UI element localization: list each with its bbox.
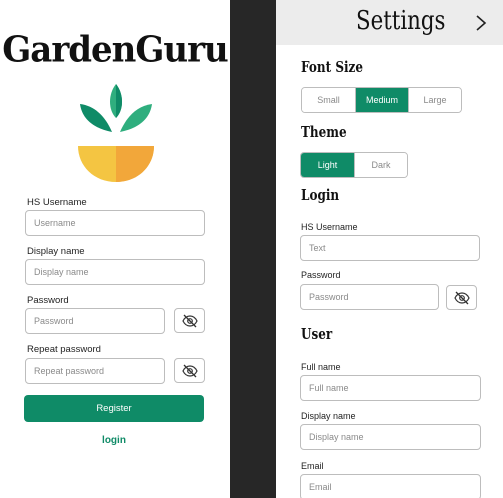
- full-name-placeholder: Full name: [309, 383, 349, 393]
- chevron-right-icon[interactable]: [475, 14, 487, 32]
- login-link[interactable]: login: [0, 435, 228, 446]
- full-name-label: Full name: [301, 362, 341, 372]
- username-input[interactable]: Username: [25, 210, 205, 236]
- font-size-selector: Small Medium Large: [301, 87, 462, 113]
- theme-dark-option[interactable]: Dark: [353, 153, 407, 177]
- email-input[interactable]: Email: [300, 474, 481, 498]
- username-placeholder: Username: [34, 218, 76, 228]
- eye-off-icon: [181, 314, 198, 327]
- settings-password-visibility-toggle[interactable]: [446, 285, 477, 310]
- user-display-name-input[interactable]: Display name: [300, 424, 481, 450]
- theme-heading: Theme: [301, 123, 347, 141]
- register-screen: GardenGuru HS Username Username Display …: [0, 0, 230, 498]
- user-display-name-placeholder: Display name: [309, 432, 364, 442]
- repeat-password-visibility-toggle[interactable]: [174, 358, 205, 383]
- register-button[interactable]: Register: [24, 395, 204, 422]
- user-display-name-label: Display name: [301, 411, 356, 421]
- font-size-medium-option[interactable]: Medium: [355, 88, 408, 112]
- theme-light-option[interactable]: Light: [301, 153, 354, 177]
- repeat-password-label: Repeat password: [27, 344, 101, 355]
- eye-off-icon: [181, 364, 198, 377]
- email-placeholder: Email: [309, 482, 332, 492]
- password-visibility-toggle[interactable]: [174, 308, 205, 333]
- hs-username-label: HS Username: [301, 222, 358, 232]
- display-name-label: Display name: [27, 246, 85, 257]
- plant-pot-icon: [78, 84, 154, 182]
- email-label: Email: [301, 461, 324, 471]
- font-size-large-option[interactable]: Large: [408, 88, 461, 112]
- login-heading: Login: [301, 186, 340, 204]
- settings-screen: Settings Font Size Small Medium Large Th…: [276, 0, 503, 498]
- theme-selector: Light Dark: [300, 152, 408, 178]
- password-label: Password: [27, 295, 69, 306]
- settings-password-placeholder: Password: [309, 292, 349, 302]
- repeat-password-placeholder: Repeat password: [34, 366, 105, 376]
- hs-username-placeholder: Text: [309, 243, 326, 253]
- display-name-placeholder: Display name: [34, 267, 89, 277]
- page-title: Settings: [356, 6, 446, 36]
- password-placeholder: Password: [34, 316, 74, 326]
- hs-username-input[interactable]: Text: [300, 235, 480, 261]
- full-name-input[interactable]: Full name: [300, 375, 481, 401]
- repeat-password-input[interactable]: Repeat password: [25, 358, 165, 384]
- settings-password-input[interactable]: Password: [300, 284, 439, 310]
- eye-off-icon: [453, 291, 470, 304]
- password-input[interactable]: Password: [25, 308, 165, 334]
- user-heading: User: [301, 325, 333, 343]
- settings-header: Settings: [276, 0, 503, 45]
- font-size-heading: Font Size: [301, 58, 363, 76]
- display-name-input[interactable]: Display name: [25, 259, 205, 285]
- screen-separator: [230, 0, 276, 498]
- settings-password-label: Password: [301, 270, 341, 280]
- username-label: HS Username: [27, 197, 87, 208]
- app-title: GardenGuru: [2, 29, 229, 71]
- font-size-small-option[interactable]: Small: [302, 88, 355, 112]
